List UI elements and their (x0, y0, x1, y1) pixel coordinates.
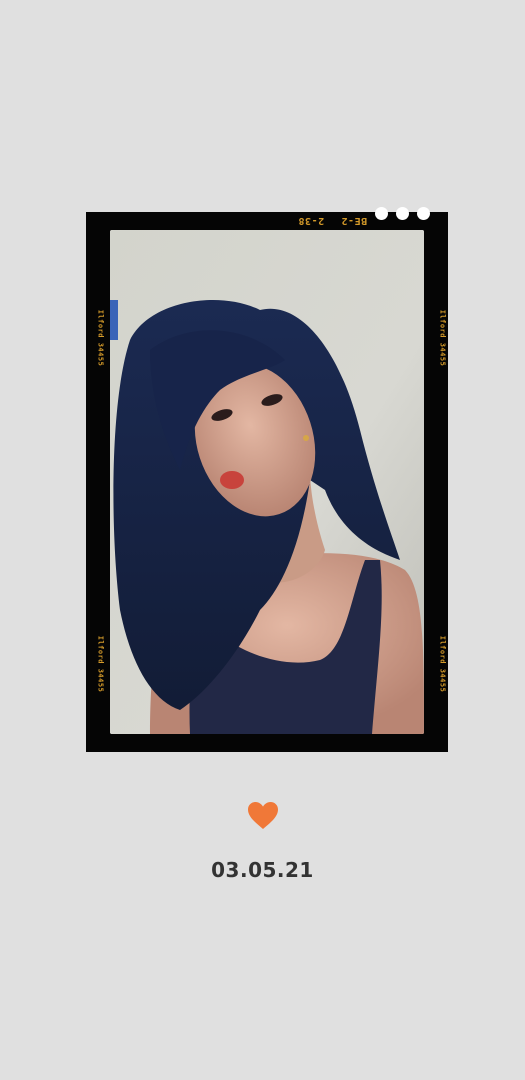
film-side-code: Ilford 34455 (438, 309, 447, 367)
film-edge-code: BE-2 (341, 215, 368, 226)
film-side-code: Ilford 34455 (438, 635, 447, 693)
film-frame: 2-38 BE-2 Ilford 34455 Ilford 34455 Ilfo… (86, 207, 448, 752)
perforation-dot (375, 207, 388, 220)
heart-icon[interactable] (246, 800, 280, 830)
film-edge-code: 2-38 (298, 215, 325, 226)
film-side-code: Ilford 34455 (96, 635, 105, 693)
film-side-code: Ilford 34455 (96, 309, 105, 367)
perforation-dot (417, 207, 430, 220)
portrait-photo (110, 230, 424, 734)
date-label: 03.05.21 (211, 858, 314, 882)
perforation-dot (396, 207, 409, 220)
portrait-photo-image (110, 230, 424, 734)
